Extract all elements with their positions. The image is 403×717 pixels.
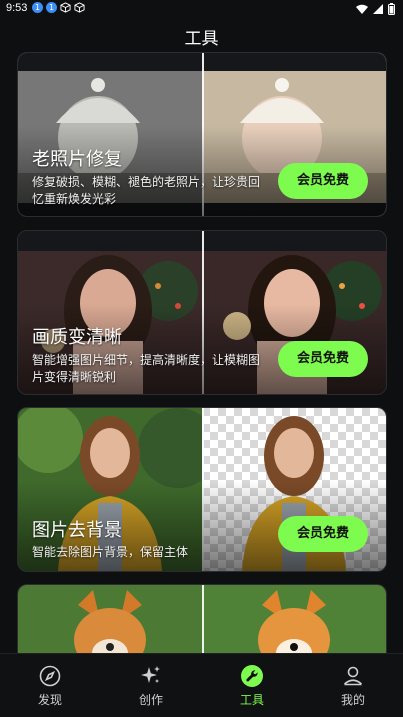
bottom-navigation: 发现 创作 工具 我的 [0, 653, 403, 717]
nav-label: 创作 [138, 693, 163, 707]
compass-icon [39, 665, 61, 687]
battery-icon [388, 3, 395, 15]
nav-create[interactable]: 创作 [101, 654, 201, 717]
compare-divider [202, 585, 204, 653]
status-notification-icons: 1 1 [32, 2, 85, 13]
cube-icon [60, 2, 71, 13]
status-time: 9:53 [6, 2, 28, 14]
tools-list[interactable]: 老照片修复 修复破损、模糊、褪色的老照片，让珍贵回忆重新焕发光彩 会员免费 画质… [0, 52, 403, 653]
nav-profile[interactable]: 我的 [303, 654, 403, 717]
after-image [202, 585, 386, 653]
page-title: 工具 [184, 29, 219, 49]
tool-card-partial[interactable] [17, 584, 387, 653]
status-bar: 9:53 1 1 [0, 0, 403, 18]
wrench-icon [241, 665, 263, 687]
member-free-button[interactable]: 会员免费 [278, 341, 368, 377]
status-system-icons [356, 3, 395, 15]
nav-label: 工具 [239, 693, 264, 707]
notification-badge-icon: 1 [46, 2, 57, 13]
before-image [18, 585, 202, 653]
sparkle-icon [141, 666, 160, 683]
cube-icon [74, 2, 85, 13]
tool-card-old-photo-restore[interactable]: 老照片修复 修复破损、模糊、褪色的老照片，让珍贵回忆重新焕发光彩 会员免费 [17, 52, 387, 217]
card-description: 修复破损、模糊、褪色的老照片，让珍贵回忆重新焕发光彩 [32, 175, 261, 206]
nav-discover[interactable]: 发现 [0, 654, 100, 717]
card-title: 画质变清晰 [32, 327, 122, 348]
dog-photo-enhanced [202, 585, 386, 653]
nav-tools[interactable]: 工具 [202, 654, 302, 717]
card-title: 老照片修复 [32, 149, 122, 170]
wifi-icon [356, 4, 368, 14]
notification-badge-icon: 1 [32, 2, 43, 13]
card-description: 智能增强图片细节，提高清晰度，让模糊图片变得清晰锐利 [32, 353, 261, 384]
tool-card-enhance-clarity[interactable]: 画质变清晰 智能增强图片细节，提高清晰度，让模糊图片变得清晰锐利 会员免费 [17, 230, 387, 395]
signal-icon [373, 4, 383, 14]
card-title: 图片去背景 [32, 520, 122, 541]
profile-icon [343, 666, 363, 686]
tool-card-remove-background[interactable]: 图片去背景 智能去除图片背景，保留主体 会员免费 [17, 407, 387, 572]
dog-photo [18, 585, 202, 653]
member-free-button[interactable]: 会员免费 [278, 163, 368, 199]
member-free-button[interactable]: 会员免费 [278, 516, 368, 552]
nav-label: 我的 [340, 693, 365, 707]
nav-label: 发现 [37, 693, 62, 707]
card-description: 智能去除图片背景，保留主体 [32, 545, 189, 559]
